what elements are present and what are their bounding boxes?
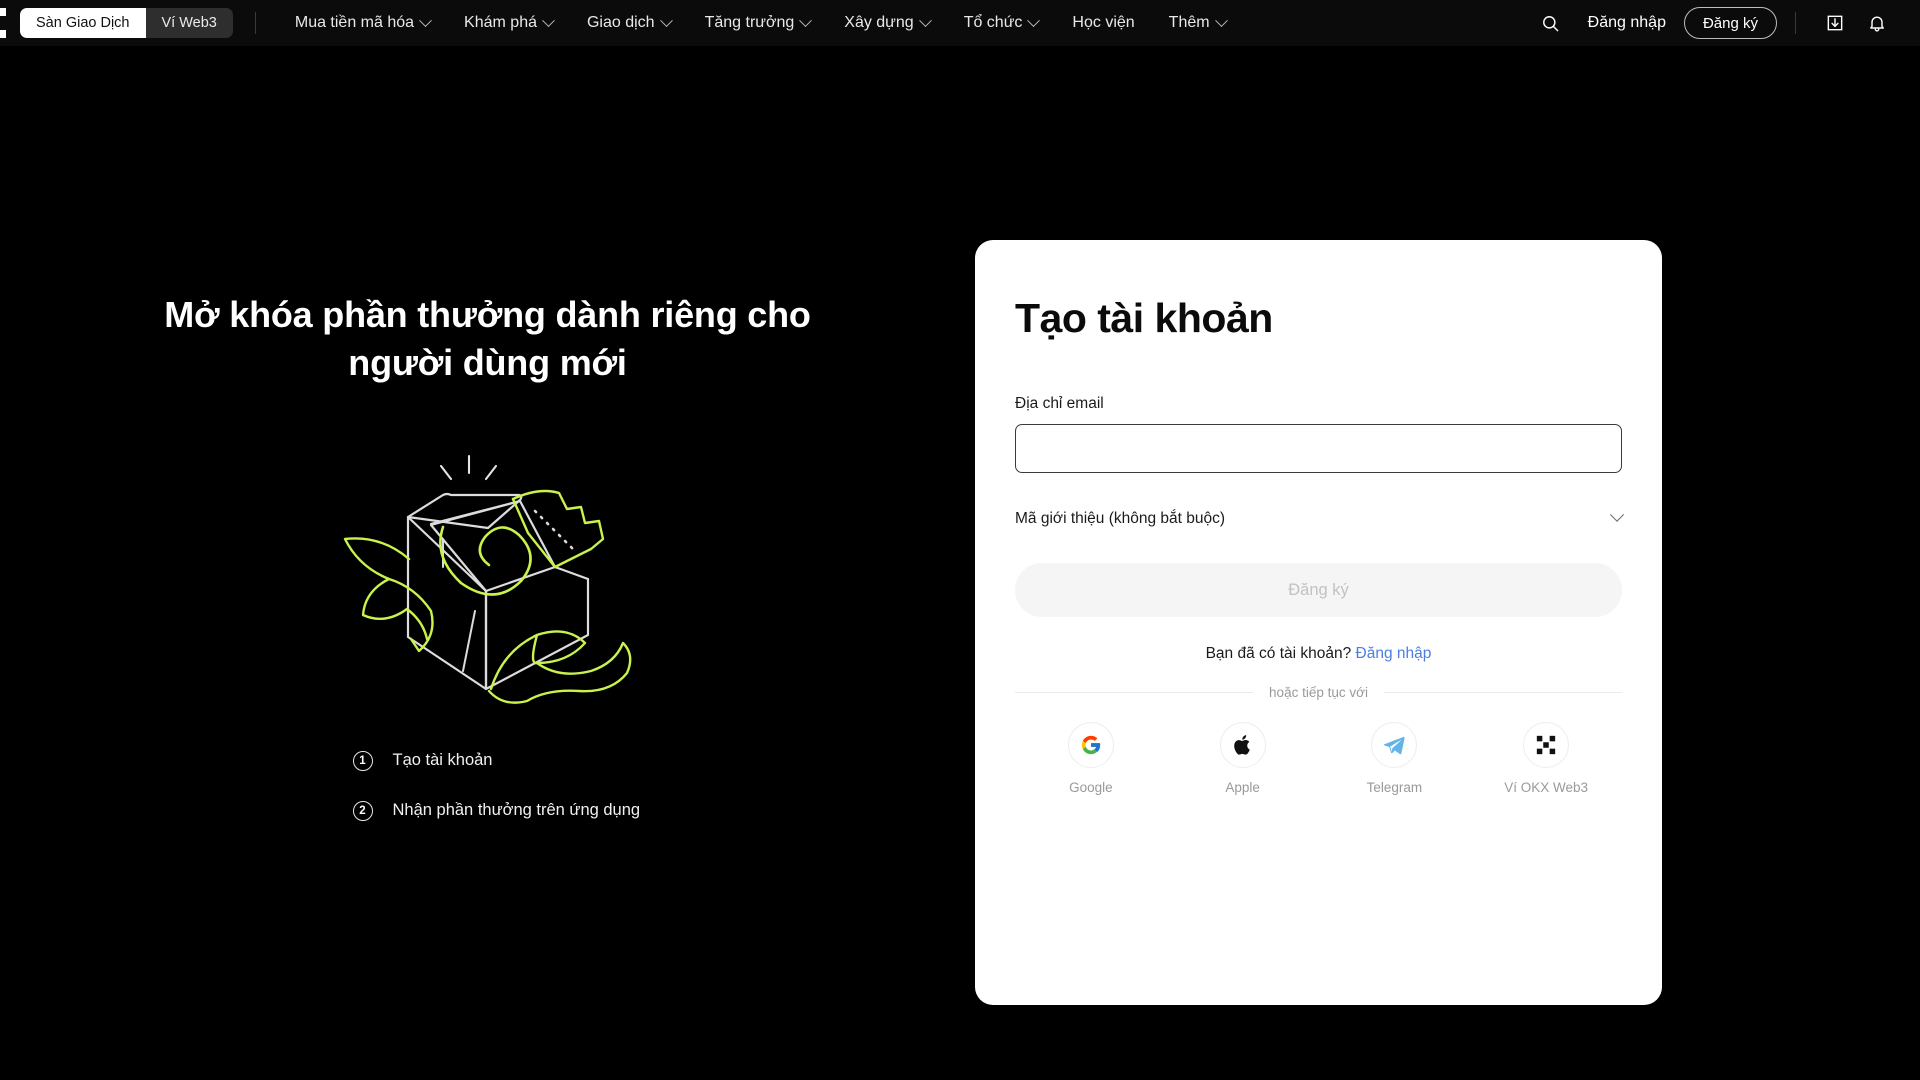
social-login-google[interactable]: Google — [1031, 722, 1151, 795]
step-item: 1 Tạo tài khoản — [352, 750, 683, 771]
divider-line-left — [1015, 692, 1254, 694]
chevron-down-icon — [542, 13, 555, 27]
email-input[interactable] — [1015, 424, 1622, 474]
tab-exchange-label: Sàn Giao Dịch — [36, 15, 130, 31]
divider-line-right — [1383, 692, 1622, 694]
social-login-group: Google Apple Telegram Ví OKX Web3 — [1015, 722, 1622, 795]
tab-web3-wallet[interactable]: Ví Web3 — [145, 8, 233, 38]
social-login-label: Apple — [1225, 780, 1260, 796]
nav-item-label: Tổ chức — [963, 14, 1023, 31]
referral-code-toggle[interactable]: Mã giới thiệu (không bắt buộc) — [1015, 506, 1625, 532]
tab-exchange[interactable]: Sàn Giao Dịch — [20, 8, 146, 38]
nav-item-grow[interactable]: Tăng trưởng — [688, 0, 828, 46]
divider-text: hoặc tiếp tục với — [1269, 685, 1368, 701]
product-tab-group: Sàn Giao Dịch Ví Web3 — [20, 8, 233, 38]
onboarding-steps: 1 Tạo tài khoản 2 Nhận phần thưởng trên … — [352, 750, 683, 821]
chevron-down-icon — [1609, 507, 1625, 522]
tab-web3-wallet-label: Ví Web3 — [161, 15, 217, 31]
signup-card: Tạo tài khoản Địa chỉ email Mã giới thiệ… — [975, 240, 1662, 1005]
email-field-label: Địa chỉ email — [1015, 395, 1104, 413]
step-item: 2 Nhận phần thưởng trên ứng dụng — [352, 800, 683, 821]
gift-box-illustration — [323, 439, 653, 709]
nav-right-actions: Đăng nhập Đăng ký — [1530, 0, 1920, 46]
social-login-label: Telegram — [1366, 780, 1423, 796]
social-divider: hoặc tiếp tục với — [1015, 685, 1622, 700]
social-login-label: Ví OKX Web3 — [1504, 780, 1589, 796]
chevron-down-icon — [659, 13, 673, 27]
step-label: Nhận phần thưởng trên ứng dụng — [392, 801, 641, 820]
nav-item-label: Mua tiền mã hóa — [294, 14, 415, 31]
chevron-down-icon — [419, 13, 432, 27]
page-title: Tạo tài khoản — [1015, 295, 1273, 341]
social-login-label: Google — [1069, 780, 1113, 796]
chevron-down-icon — [1027, 13, 1041, 27]
search-icon[interactable] — [1530, 0, 1572, 46]
nav-item-discover[interactable]: Khám phá — [447, 0, 570, 46]
nav-item-label: Khám phá — [464, 14, 537, 31]
apple-icon — [1219, 722, 1266, 769]
hero-section: Mở khóa phần thưởng dành riêng cho người… — [0, 46, 975, 1080]
chevron-down-icon — [799, 13, 813, 27]
nav-divider — [254, 12, 256, 34]
chevron-down-icon — [1214, 13, 1228, 27]
login-link[interactable]: Đăng nhập — [1572, 14, 1682, 32]
okx-wallet-icon — [1523, 722, 1570, 769]
existing-account-text: Bạn đã có tài khoản? — [1205, 645, 1352, 663]
chevron-down-icon — [918, 13, 932, 27]
nav-item-label: Giao dịch — [586, 14, 655, 31]
nav-item-trade[interactable]: Giao dịch — [570, 0, 688, 46]
social-login-apple[interactable]: Apple — [1183, 722, 1303, 795]
nav-item-buy-crypto[interactable]: Mua tiền mã hóa — [278, 0, 447, 46]
nav-item-institutional[interactable]: Tổ chức — [947, 0, 1056, 46]
step-label: Tạo tài khoản — [392, 751, 493, 770]
nav-item-label: Học viện — [1072, 14, 1135, 31]
download-icon[interactable] — [1814, 0, 1856, 46]
nav-item-label: Tăng trưởng — [704, 14, 795, 31]
nav-item-label: Thêm — [1168, 14, 1210, 31]
step-number: 2 — [352, 800, 373, 821]
referral-code-label: Mã giới thiệu (không bắt buộc) — [1015, 510, 1226, 528]
nav-item-more[interactable]: Thêm — [1152, 0, 1243, 46]
signup-submit-button[interactable]: Đăng ký — [1015, 563, 1622, 618]
hero-title: Mở khóa phần thưởng dành riêng cho người… — [164, 294, 811, 383]
login-link[interactable]: Đăng nhập — [1356, 645, 1432, 662]
bell-icon[interactable] — [1856, 0, 1898, 46]
step-number: 1 — [352, 750, 373, 771]
social-login-telegram[interactable]: Telegram — [1334, 722, 1454, 795]
register-button-label: Đăng ký — [1702, 14, 1758, 32]
nav-item-label: Xây dựng — [844, 14, 914, 31]
social-login-okx-wallet[interactable]: Ví OKX Web3 — [1486, 722, 1606, 795]
okx-logo-icon[interactable] — [0, 8, 14, 38]
nav-item-academy[interactable]: Học viện — [1055, 0, 1151, 46]
nav-item-build[interactable]: Xây dựng — [827, 0, 946, 46]
existing-account-prompt: Bạn đã có tài khoản? Đăng nhập — [1015, 645, 1622, 663]
top-navigation-bar: Sàn Giao Dịch Ví Web3 Mua tiền mã hóa Kh… — [0, 0, 1920, 46]
nav-right-divider — [1795, 12, 1796, 34]
main-nav-links: Mua tiền mã hóa Khám phá Giao dịch Tăng … — [278, 0, 1243, 46]
register-button[interactable]: Đăng ký — [1683, 7, 1777, 39]
google-icon — [1067, 722, 1114, 769]
telegram-icon — [1371, 722, 1418, 769]
